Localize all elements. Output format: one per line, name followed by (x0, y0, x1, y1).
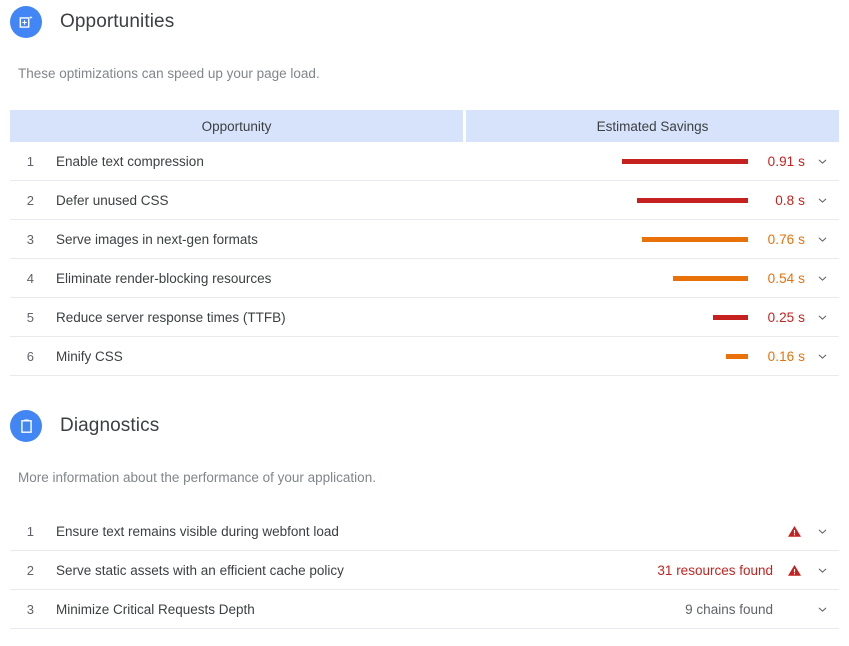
savings-value: 0.16 s (767, 348, 805, 364)
diagnostic-row-label: Ensure text remains visible during webfo… (56, 523, 339, 539)
savings-bar (622, 158, 748, 164)
chevron-down-icon[interactable] (805, 233, 839, 246)
clipboard-icon (10, 410, 42, 442)
opportunity-row-index: 3 (26, 231, 34, 247)
savings-bar (673, 275, 748, 281)
diagnostic-row[interactable]: 1 Ensure text remains visible during webf… (10, 512, 839, 551)
savings-value: 0.91 s (767, 153, 805, 169)
diagnostic-row-index: 1 (26, 523, 34, 539)
savings-value: 0.76 s (767, 231, 805, 247)
savings-bar-track (618, 353, 748, 359)
opportunity-row-label: Minify CSS (56, 348, 123, 364)
diagnostics-rows: 1 Ensure text remains visible during webf… (10, 512, 839, 629)
opportunity-row[interactable]: 2 Defer unused CSS 0.8 s (10, 181, 839, 220)
diagnostic-row[interactable]: 3 Minimize Critical Requests Depth 9 chain… (10, 590, 839, 629)
opportunity-row[interactable]: 6 Minify CSS 0.16 s (10, 337, 839, 376)
chevron-down-icon[interactable] (805, 525, 839, 538)
diagnostic-row-index: 3 (26, 601, 34, 617)
lighthouse-report-panel: Opportunities These optimizations can sp… (0, 0, 849, 646)
opportunities-table-header: Opportunity Estimated Savings (10, 110, 839, 142)
opportunity-row-savings-cell: 0.54 s (618, 271, 839, 286)
diagnostic-row-label: Minimize Critical Requests Depth (56, 601, 255, 617)
savings-bar-track (618, 314, 748, 320)
opportunity-row-savings-cell: 0.25 s (618, 310, 839, 325)
opportunities-rows: 1 Enable text compression 0.91 s 2 Defer unu… (10, 142, 839, 376)
opportunity-row[interactable]: 5 Reduce server response times (TTFB) 0.25… (10, 298, 839, 337)
diagnostics-section-header: Diagnostics (0, 410, 159, 442)
savings-bar-track (618, 236, 748, 242)
savings-bar-track (618, 275, 748, 281)
opportunity-row-index: 2 (26, 192, 34, 208)
opportunity-row-savings-cell: 0.8 s (618, 193, 839, 208)
opportunities-table: Opportunity Estimated Savings 1 Enable te… (0, 110, 849, 376)
opportunity-row-savings-cell: 0.91 s (618, 154, 839, 169)
chevron-down-icon[interactable] (805, 564, 839, 577)
opportunities-section-header: Opportunities (0, 6, 174, 38)
savings-bar (726, 353, 748, 359)
diagnostic-row-value-cell: 31 resources found (657, 563, 839, 578)
savings-value: 0.8 s (775, 192, 805, 208)
diagnostic-row-value-cell: 9 chains found (685, 602, 839, 617)
opportunity-row[interactable]: 3 Serve images in next-gen formats 0.76 s (10, 220, 839, 259)
diagnostics-description: More information about the performance o… (18, 470, 376, 485)
warning-triangle-icon (783, 563, 805, 578)
chevron-down-icon[interactable] (805, 194, 839, 207)
chevron-down-icon[interactable] (805, 155, 839, 168)
chevron-down-icon[interactable] (805, 272, 839, 285)
opportunity-row-savings-cell: 0.16 s (618, 349, 839, 364)
savings-bar-track (618, 158, 748, 164)
opportunity-row-label: Serve images in next-gen formats (56, 231, 258, 247)
diagnostics-table: 1 Ensure text remains visible during webf… (0, 512, 849, 629)
diagnostic-row-label: Serve static assets with an efficient ca… (56, 562, 344, 578)
diagnostic-row-index: 2 (26, 562, 34, 578)
opportunity-row-label: Enable text compression (56, 153, 204, 169)
opportunity-row-label: Reduce server response times (TTFB) (56, 309, 286, 325)
diagnostics-title: Diagnostics (60, 415, 160, 436)
column-header-estimated-savings: Estimated Savings (466, 110, 839, 142)
opportunities-title: Opportunities (60, 11, 175, 32)
diagnostic-value: 31 resources found (657, 562, 773, 578)
diagnostic-row[interactable]: 2 Serve static assets with an efficient c… (10, 551, 839, 590)
savings-value: 0.54 s (767, 270, 805, 286)
opportunity-row-label: Eliminate render-blocking resources (56, 270, 272, 286)
savings-value: 0.25 s (767, 309, 805, 325)
opportunity-row-savings-cell: 0.76 s (618, 232, 839, 247)
savings-bar (637, 197, 748, 203)
opportunity-row-index: 1 (26, 153, 34, 169)
chevron-down-icon[interactable] (805, 603, 839, 616)
opportunities-description: These optimizations can speed up your pa… (18, 66, 320, 81)
opportunity-row-index: 4 (26, 270, 34, 286)
opportunity-row-label: Defer unused CSS (56, 192, 169, 208)
diagnostic-value: 9 chains found (685, 601, 773, 617)
savings-bar (642, 236, 748, 242)
opportunity-row-index: 5 (26, 309, 34, 325)
column-header-opportunity: Opportunity (10, 110, 463, 142)
opportunity-row-index: 6 (26, 348, 34, 364)
image-sparkle-icon (10, 6, 42, 38)
chevron-down-icon[interactable] (805, 350, 839, 363)
diagnostic-row-value-cell (773, 524, 839, 539)
opportunity-row[interactable]: 4 Eliminate render-blocking resources 0.54… (10, 259, 839, 298)
warning-triangle-icon (783, 524, 805, 539)
savings-bar (713, 314, 748, 320)
chevron-down-icon[interactable] (805, 311, 839, 324)
opportunity-row[interactable]: 1 Enable text compression 0.91 s (10, 142, 839, 181)
savings-bar-track (618, 197, 748, 203)
